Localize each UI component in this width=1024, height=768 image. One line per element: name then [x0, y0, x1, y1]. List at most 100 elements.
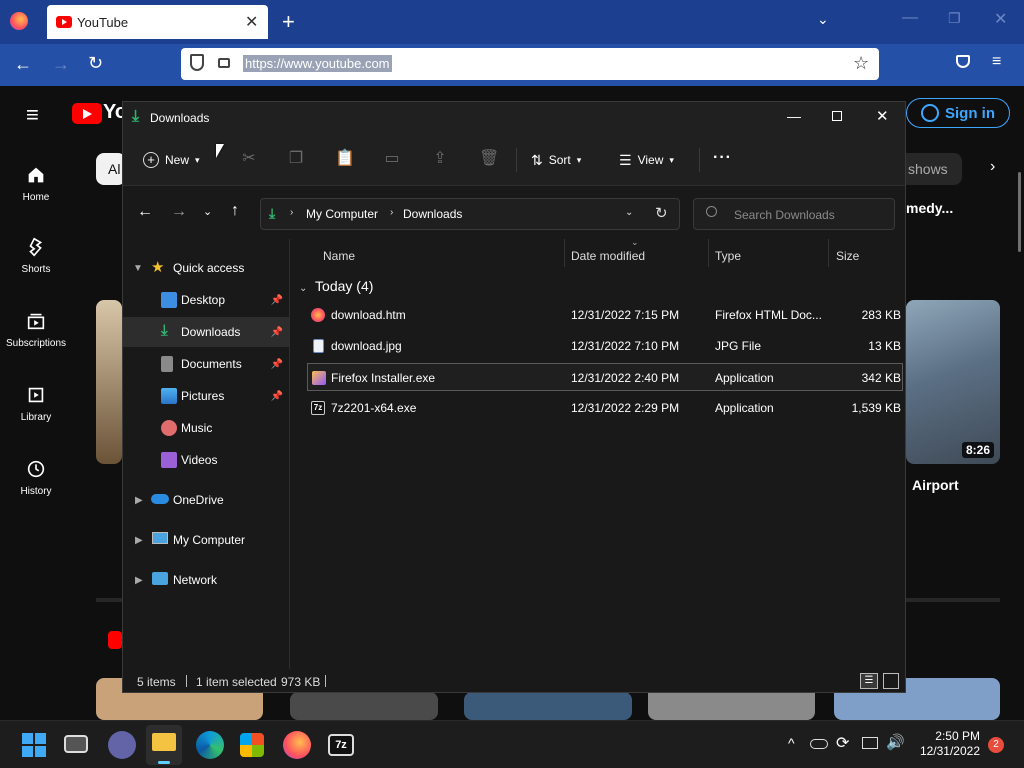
volume-icon[interactable]: 🔊: [886, 733, 905, 751]
minimize-browser-icon[interactable]: —: [902, 9, 918, 27]
sidebar-item-pictures[interactable]: Pictures 📌: [123, 381, 289, 411]
maximize-icon[interactable]: [832, 111, 842, 121]
more-options-icon[interactable]: ···: [713, 149, 732, 167]
close-icon[interactable]: ✕: [876, 107, 889, 125]
sign-in-button[interactable]: Sign in: [906, 98, 1010, 128]
group-header-today[interactable]: ⌄ Today (4): [299, 278, 373, 294]
firefox-taskbar-icon[interactable]: [283, 731, 311, 759]
pin-icon[interactable]: 📌: [271, 295, 283, 306]
edge-icon[interactable]: [196, 731, 224, 759]
minimize-icon[interactable]: —: [787, 108, 801, 124]
sort-button[interactable]: ⇅ Sort ▾: [531, 146, 581, 174]
scrollbar[interactable]: [1018, 172, 1021, 252]
details-view-icon[interactable]: ☰: [860, 673, 878, 689]
sidebar-item-documents[interactable]: Documents 📌: [123, 349, 289, 379]
chevron-right-icon[interactable]: ▶: [135, 495, 143, 506]
sidebar-item-my-computer[interactable]: ▶ My Computer: [123, 525, 289, 555]
sidebar-item-desktop[interactable]: Desktop 📌: [123, 285, 289, 315]
nav-shorts[interactable]: Shorts: [0, 236, 72, 275]
recent-locations-icon[interactable]: ⌄: [203, 205, 212, 218]
column-size[interactable]: Size: [836, 249, 859, 263]
up-arrow-icon[interactable]: ↑: [231, 202, 239, 220]
delete-icon[interactable]: 🗑: [479, 150, 499, 168]
firefox-menu-icon[interactable]: [10, 12, 28, 30]
sidebar-item-network[interactable]: ▶ Network: [123, 565, 289, 595]
restore-browser-icon[interactable]: ❐: [948, 10, 961, 27]
copy-icon[interactable]: ❐: [287, 150, 305, 168]
bookmark-star-icon[interactable]: ☆: [853, 53, 869, 74]
column-name[interactable]: Name: [323, 249, 355, 263]
app-menu-icon[interactable]: ≡: [992, 53, 1001, 71]
save-to-pocket-icon[interactable]: [956, 55, 970, 68]
breadcrumb-downloads[interactable]: Downloads: [403, 207, 462, 221]
sync-icon[interactable]: ⟳: [836, 733, 849, 753]
youtube-logo[interactable]: [72, 103, 102, 124]
pin-icon[interactable]: 📌: [271, 359, 283, 370]
video-title-partial[interactable]: medy...: [906, 200, 953, 216]
url-bar[interactable]: https://www.youtube.com ☆: [181, 48, 879, 80]
network-tray-icon[interactable]: [862, 737, 878, 749]
back-arrow-icon[interactable]: ←: [137, 203, 153, 221]
chip-next-icon[interactable]: ›: [990, 158, 995, 176]
file-row-download-jpg[interactable]: download.jpg 12/31/2022 7:10 PM JPG File…: [307, 332, 903, 360]
microsoft-store-icon[interactable]: [240, 733, 264, 757]
cut-icon[interactable]: ✂: [240, 150, 258, 168]
new-button[interactable]: + New ▾: [143, 146, 200, 174]
reload-icon[interactable]: ↻: [88, 53, 103, 74]
address-bar[interactable]: ⤓ › My Computer › Downloads ⌄ ↻: [260, 198, 680, 230]
sidebar-item-onedrive[interactable]: ▶ OneDrive: [123, 485, 289, 515]
nav-library[interactable]: Library: [0, 384, 72, 423]
pin-icon[interactable]: 📌: [271, 327, 283, 338]
file-explorer-taskbar-icon[interactable]: [146, 725, 182, 765]
lock-icon[interactable]: [218, 58, 230, 68]
column-date-modified[interactable]: Date modified: [571, 249, 645, 263]
pin-icon[interactable]: 📌: [271, 391, 283, 402]
forward-arrow-icon[interactable]: →: [171, 203, 187, 221]
tracking-protection-icon[interactable]: [190, 54, 204, 71]
onedrive-tray-icon[interactable]: [810, 739, 828, 749]
file-row-7zip[interactable]: 7z 7z2201-x64.exe 12/31/2022 2:29 PM App…: [307, 394, 903, 422]
rename-icon[interactable]: ▭: [383, 150, 401, 168]
chevron-right-icon[interactable]: ▶: [135, 575, 143, 586]
start-button[interactable]: [20, 731, 48, 759]
chip-shows[interactable]: shows: [906, 153, 962, 185]
teams-chat-icon[interactable]: [108, 731, 136, 759]
search-input[interactable]: Search Downloads: [693, 198, 895, 230]
video-thumbnail-left[interactable]: [96, 300, 122, 464]
view-button[interactable]: ☰ View ▾: [619, 146, 674, 174]
file-row-firefox-installer[interactable]: Firefox Installer.exe 12/31/2022 2:40 PM…: [307, 363, 903, 391]
new-tab-icon[interactable]: +: [282, 9, 295, 35]
chevron-right-icon[interactable]: ▶: [135, 535, 143, 546]
forward-icon[interactable]: →: [52, 54, 70, 75]
hamburger-menu-icon[interactable]: ≡: [26, 102, 39, 128]
7zip-taskbar-icon[interactable]: 7z: [328, 734, 354, 756]
tab-youtube[interactable]: YouTube ✕: [47, 5, 268, 39]
show-hidden-icons-icon[interactable]: ^: [788, 735, 795, 751]
breadcrumb-my-computer[interactable]: My Computer: [306, 207, 378, 221]
short-thumbnail-2[interactable]: [290, 692, 438, 720]
paste-icon[interactable]: 📋: [335, 150, 355, 168]
chevron-down-icon[interactable]: ▼: [133, 263, 143, 274]
address-dropdown-icon[interactable]: ⌄: [625, 207, 633, 218]
refresh-icon[interactable]: ↻: [655, 204, 668, 222]
close-tab-icon[interactable]: ✕: [245, 12, 258, 32]
video-thumbnail-airport[interactable]: 8:26: [906, 300, 1000, 464]
url-text[interactable]: https://www.youtube.com: [243, 55, 392, 72]
tiles-view-icon[interactable]: [883, 673, 899, 689]
column-type[interactable]: Type: [715, 249, 741, 263]
video-title-airport[interactable]: Airport: [912, 477, 959, 493]
share-icon[interactable]: ⇪: [431, 150, 449, 168]
task-view-icon[interactable]: [64, 735, 88, 753]
sidebar-item-quick-access[interactable]: ▼ ★ Quick access: [123, 253, 289, 283]
close-browser-icon[interactable]: ✕: [994, 9, 1007, 29]
sidebar-item-videos[interactable]: Videos: [123, 445, 289, 475]
sidebar-item-downloads[interactable]: ⤓ Downloads 📌: [123, 317, 289, 347]
nav-history[interactable]: History: [0, 458, 72, 497]
notification-badge[interactable]: 2: [988, 737, 1004, 753]
sidebar-item-music[interactable]: Music: [123, 413, 289, 443]
list-tabs-icon[interactable]: ⌄: [817, 11, 829, 28]
nav-home[interactable]: Home: [0, 164, 72, 203]
file-row-download-htm[interactable]: download.htm 12/31/2022 7:15 PM Firefox …: [307, 301, 903, 329]
clock[interactable]: 2:50 PM 12/31/2022: [910, 729, 980, 759]
explorer-title-bar[interactable]: ⤓ Downloads — ✕: [123, 102, 905, 134]
